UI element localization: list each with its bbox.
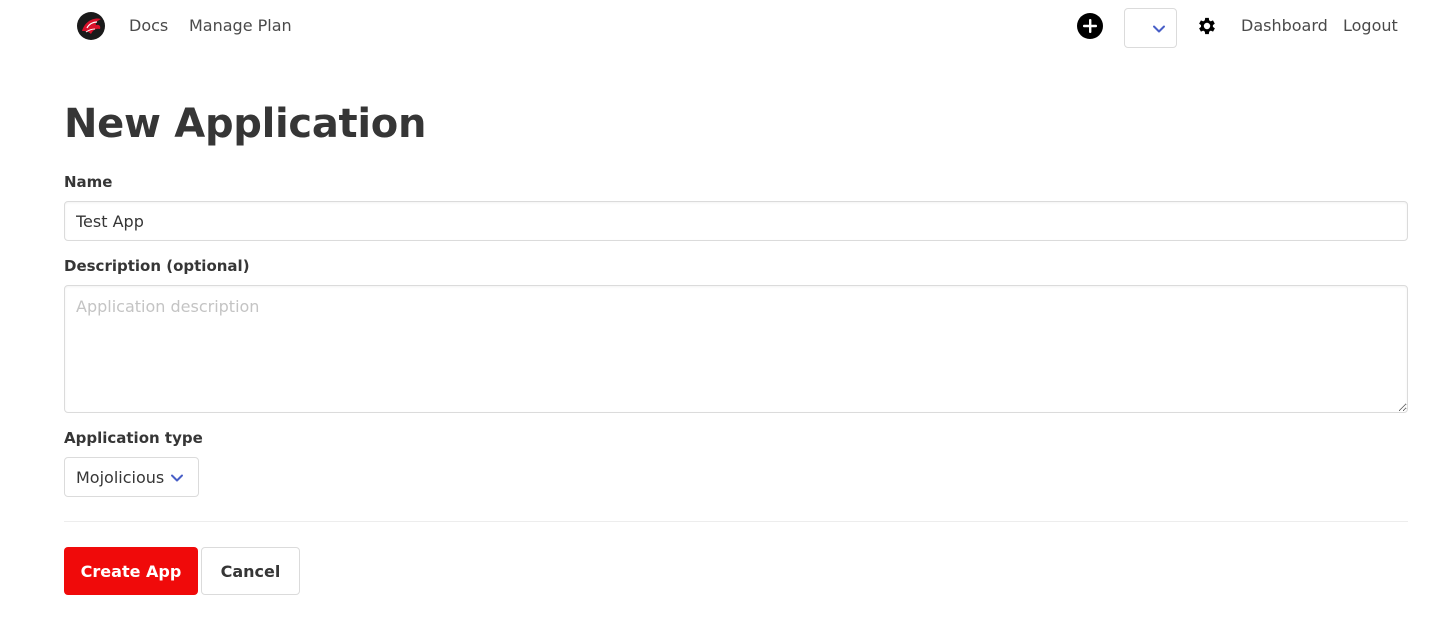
chevron-down-icon	[1151, 21, 1167, 37]
name-label: Name	[64, 173, 113, 191]
plus-circle-icon[interactable]	[1077, 13, 1103, 39]
name-input[interactable]	[64, 201, 1408, 241]
nav-docs-link[interactable]: Docs	[129, 16, 168, 36]
chevron-down-icon	[169, 470, 185, 486]
gear-icon[interactable]	[1196, 15, 1218, 37]
phoenix-logo-icon[interactable]	[76, 11, 106, 41]
nav-logout-link[interactable]: Logout	[1343, 16, 1398, 36]
organization-select[interactable]	[1124, 8, 1177, 48]
form-divider	[64, 521, 1408, 522]
cancel-button[interactable]: Cancel	[201, 547, 300, 595]
description-label: Description (optional)	[64, 257, 250, 275]
nav-dashboard-link[interactable]: Dashboard	[1241, 16, 1328, 36]
application-type-select[interactable]: Mojolicious	[64, 457, 199, 497]
description-textarea[interactable]	[64, 285, 1408, 413]
application-type-label: Application type	[64, 429, 203, 447]
top-navbar: Docs Manage Plan Dashboard Logout	[0, 0, 1434, 52]
nav-manage-plan-link[interactable]: Manage Plan	[189, 16, 292, 36]
page-title: New Application	[64, 101, 427, 147]
application-type-value: Mojolicious	[76, 468, 165, 487]
create-app-button[interactable]: Create App	[64, 547, 198, 595]
